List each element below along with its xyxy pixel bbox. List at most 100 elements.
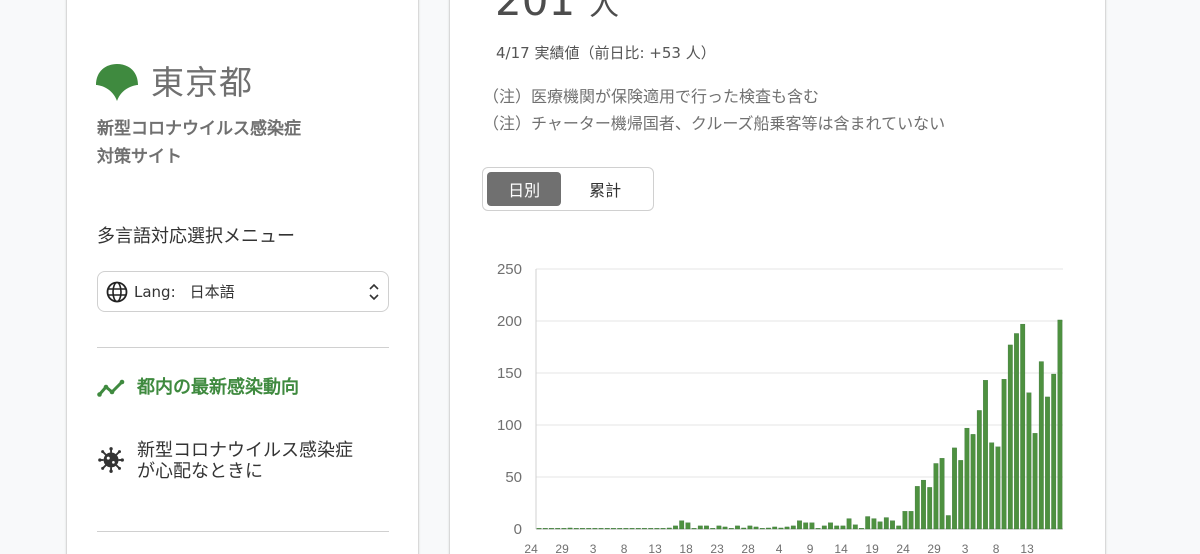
bar (939, 458, 945, 530)
bar (1032, 433, 1038, 530)
bar (1026, 392, 1032, 530)
bar (1045, 396, 1050, 530)
bar (927, 487, 933, 530)
x-tick-label: 24 (524, 542, 538, 554)
bar (679, 520, 685, 530)
bar (654, 528, 660, 530)
x-tick-label: 28 (741, 542, 755, 554)
bar (567, 527, 573, 530)
x-tick-label: 13 (648, 542, 662, 554)
toggle-daily-button[interactable]: 日別 (487, 172, 562, 206)
select-arrows-icon (369, 283, 379, 301)
bar (908, 511, 914, 530)
language-select[interactable]: Lang: 日本語 (97, 271, 389, 312)
bar (1007, 344, 1013, 530)
bar (890, 520, 895, 530)
bar (859, 528, 864, 530)
bar (902, 511, 908, 530)
bar (995, 446, 1001, 530)
bar (1038, 361, 1044, 530)
logo-text: 東京都 (151, 63, 253, 102)
bar (635, 528, 641, 530)
headline-unit: 人 (589, 0, 620, 23)
bar (666, 527, 672, 530)
bar (611, 528, 616, 530)
bar (1014, 333, 1019, 530)
bar (983, 380, 988, 530)
x-tick-label: 8 (621, 542, 628, 554)
x-tick-label: 29 (555, 542, 569, 554)
bar (673, 525, 678, 530)
bar (766, 527, 771, 530)
bar (1001, 379, 1007, 530)
nav-item-worried[interactable]: 新型コロナウイルス感染症 が心配なときに (97, 440, 353, 482)
bar (970, 434, 976, 530)
site-title-line1: 新型コロナウイルス感染症 (97, 119, 301, 139)
bar (914, 486, 920, 530)
note-line: （注）医療機関が保険適用で行った検査も含む (483, 87, 820, 106)
globe-icon (106, 281, 128, 302)
bar (958, 460, 964, 530)
x-tick-label: 18 (679, 542, 693, 554)
bar (840, 525, 846, 530)
toggle-cumulative-button[interactable]: 累計 (561, 172, 649, 206)
bar (536, 528, 542, 530)
bar (617, 528, 623, 530)
bar (784, 526, 790, 530)
bar (580, 528, 585, 530)
ginkgo-leaf-icon (96, 64, 138, 101)
y-tick-label: 150 (497, 365, 522, 382)
bar (821, 525, 827, 530)
trend-line-icon (97, 379, 125, 397)
bar (586, 528, 592, 530)
nav-label-worried: 新型コロナウイルス感染症 が心配なときに (137, 440, 353, 482)
y-tick-label: 250 (497, 261, 522, 278)
bar (852, 524, 858, 530)
site-logo[interactable]: 東京都 (95, 63, 253, 103)
headline-number: 201 (495, 0, 576, 25)
bar (691, 528, 697, 530)
bar (741, 527, 747, 530)
bar (1051, 373, 1057, 530)
bar (964, 427, 970, 530)
y-tick-label: 50 (505, 469, 522, 486)
bar (952, 447, 957, 530)
language-value: 日本語 (189, 283, 235, 301)
y-tick-label: 200 (497, 313, 522, 330)
x-tick-label: 3 (962, 542, 969, 554)
bar (790, 525, 796, 530)
x-tick-label: 23 (710, 542, 724, 554)
bar (710, 528, 716, 530)
divider (97, 347, 389, 348)
x-tick-label: 13 (1020, 542, 1034, 554)
x-tick-label: 4 (776, 542, 783, 554)
nav-item-latest-trends[interactable]: 都内の最新感染動向 (97, 375, 299, 403)
daily-cases-bar-chart: 0 50 100 150 200 250 24 29 3 8 13 18 23 28 4 9 14 19 24 29 3… (497, 261, 1063, 554)
nav-label-worried-line1: 新型コロナウイルス感染症 (137, 440, 353, 461)
language-menu-title: 多言語対応選択メニュー (97, 226, 295, 247)
bar (759, 528, 765, 530)
sidebar-card: 東京都 新型コロナウイルス感染症 対策サイト 多言語対応選択メニュー Lang:… (66, 0, 419, 554)
bar (815, 528, 821, 530)
bar (834, 525, 840, 530)
bar (809, 522, 815, 530)
bar (685, 522, 691, 530)
bar (877, 521, 883, 530)
headline-value: 201 人 (495, 0, 619, 31)
bar (555, 528, 561, 530)
bar (797, 520, 802, 530)
bar (592, 528, 598, 530)
bar (642, 528, 647, 530)
y-tick-label: 100 (497, 417, 522, 434)
bar (660, 528, 666, 530)
bar (778, 527, 784, 530)
bar (772, 526, 778, 530)
virus-icon (98, 447, 124, 473)
daily-cumulative-toggle: 日別 累計 (482, 167, 654, 211)
bar (623, 528, 629, 530)
bar (883, 517, 889, 530)
bar (728, 528, 734, 530)
bar (604, 528, 610, 530)
site-title: 新型コロナウイルス感染症 対策サイト (97, 115, 301, 171)
bar (753, 526, 759, 530)
